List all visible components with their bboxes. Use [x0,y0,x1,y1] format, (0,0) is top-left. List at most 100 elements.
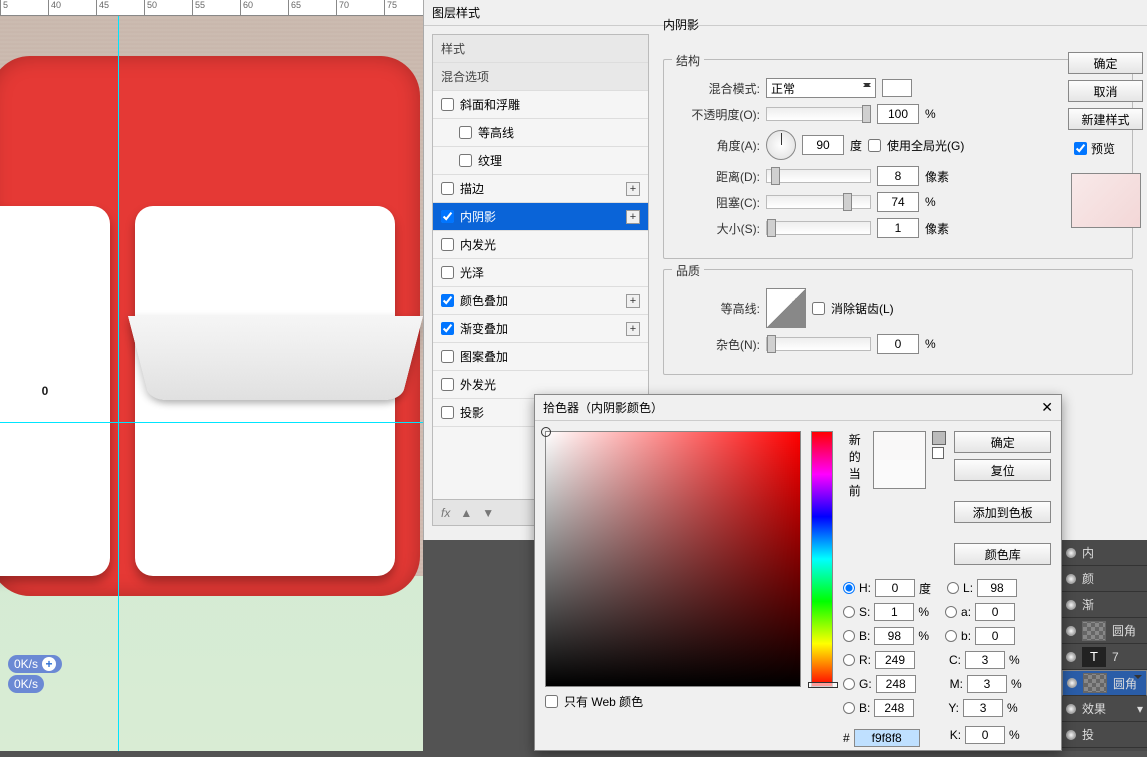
size-input[interactable] [877,218,919,238]
b-rgb-radio[interactable] [843,702,855,714]
a-radio[interactable] [945,606,957,618]
layer-row-2[interactable]: 渐 [1062,592,1147,618]
effect-row-8[interactable]: 渐变叠加+ [433,315,648,343]
layer-row-0[interactable]: 内 [1062,540,1147,566]
effect-row-6[interactable]: 光泽 [433,259,648,287]
contour-picker[interactable] [766,288,806,328]
eye-icon[interactable] [1066,730,1076,740]
effects-header-style[interactable]: 样式 [433,35,648,63]
s-input[interactable] [874,603,914,621]
guide-vertical[interactable] [118,16,119,751]
eye-icon[interactable] [1066,652,1076,662]
sv-cursor[interactable] [541,427,551,437]
effect-row-7[interactable]: 颜色叠加+ [433,287,648,315]
effect-checkbox[interactable] [441,294,454,307]
g-input[interactable] [876,675,916,693]
layer-row-1[interactable]: 颜 [1062,566,1147,592]
effect-checkbox[interactable] [441,210,454,223]
picker-titlebar[interactable]: 拾色器（内阴影颜色） ✕ [535,395,1061,421]
a-input[interactable] [975,603,1015,621]
global-light-checkbox[interactable] [868,139,881,152]
m-input[interactable] [967,675,1007,693]
arrow-down-icon[interactable]: ▼ [482,506,494,520]
opacity-input[interactable] [877,104,919,124]
effect-row-4[interactable]: 内阴影+ [433,203,648,231]
b-hsb-radio[interactable] [843,630,855,642]
s-radio[interactable] [843,606,855,618]
angle-dial[interactable] [766,130,796,160]
picker-reset-button[interactable]: 复位 [954,459,1051,481]
chevron-down-icon[interactable]: ▾ [1137,702,1143,716]
eye-icon[interactable] [1066,704,1076,714]
effect-checkbox[interactable] [441,266,454,279]
effect-row-0[interactable]: 斜面和浮雕 [433,91,648,119]
hue-thumb[interactable] [808,682,838,688]
arrow-up-icon[interactable]: ▲ [460,506,472,520]
g-radio[interactable] [843,678,855,690]
effect-checkbox[interactable] [441,322,454,335]
layer-row-7[interactable]: 投 [1062,722,1147,748]
ok-button[interactable]: 确定 [1068,52,1143,74]
choke-input[interactable] [877,192,919,212]
layer-row-5[interactable]: 圆角 [1062,670,1147,696]
cancel-button[interactable]: 取消 [1068,80,1143,102]
color-library-button[interactable]: 颜色库 [954,543,1051,565]
eye-icon[interactable] [1066,548,1076,558]
new-current-swatch[interactable] [873,431,927,489]
plus-icon[interactable]: + [42,657,56,671]
add-effect-icon[interactable]: + [626,294,640,308]
r-input[interactable] [875,651,915,669]
effect-checkbox[interactable] [459,154,472,167]
distance-input[interactable] [877,166,919,186]
noise-input[interactable] [877,334,919,354]
canvas[interactable]: 0 7 0K/s+ 0K/s [0,16,423,751]
effect-row-1[interactable]: 等高线 [433,119,648,147]
effect-checkbox[interactable] [459,126,472,139]
layer-row-3[interactable]: 圆角 [1062,618,1147,644]
h-radio[interactable] [843,582,855,594]
effect-checkbox[interactable] [441,350,454,363]
effect-checkbox[interactable] [441,378,454,391]
effects-header-blend[interactable]: 混合选项 [433,63,648,91]
effect-checkbox[interactable] [441,98,454,111]
angle-input[interactable] [802,135,844,155]
effect-checkbox[interactable] [441,406,454,419]
effect-row-2[interactable]: 纹理 [433,147,648,175]
noise-slider[interactable] [766,337,871,351]
layer-row-4[interactable]: T7 [1062,644,1147,670]
effect-row-3[interactable]: 描边+ [433,175,648,203]
distance-slider[interactable] [766,169,871,183]
effect-checkbox[interactable] [441,182,454,195]
eye-icon[interactable] [1066,626,1076,636]
eye-icon[interactable] [1066,574,1076,584]
eye-icon[interactable] [1067,678,1077,688]
opacity-slider[interactable] [766,107,871,121]
sv-field[interactable] [545,431,801,687]
net-speed-1[interactable]: 0K/s+ [8,655,62,673]
l-radio[interactable] [947,582,959,594]
antialias-checkbox[interactable] [812,302,825,315]
c-input[interactable] [965,651,1005,669]
add-effect-icon[interactable]: + [626,322,640,336]
k-input[interactable] [965,726,1005,744]
add-swatch-button[interactable]: 添加到色板 [954,501,1051,523]
layer-row-6[interactable]: 效果▾ [1062,696,1147,722]
close-icon[interactable]: ✕ [1041,399,1053,416]
web-only-checkbox[interactable] [545,695,558,708]
b-lab-input[interactable] [975,627,1015,645]
size-slider[interactable] [766,221,871,235]
shadow-color-swatch[interactable] [882,79,912,97]
effect-row-9[interactable]: 图案叠加 [433,343,648,371]
picker-ok-button[interactable]: 确定 [954,431,1051,453]
effect-checkbox[interactable] [441,238,454,251]
preview-checkbox[interactable] [1074,142,1087,155]
b-lab-radio[interactable] [945,630,957,642]
gamut-swatch[interactable] [932,447,944,459]
b-hsb-input[interactable] [874,627,914,645]
y-input[interactable] [963,699,1003,717]
h-input[interactable] [875,579,915,597]
blend-mode-select[interactable]: 正常 [766,78,876,98]
new-style-button[interactable]: 新建样式 [1068,108,1143,130]
effect-row-5[interactable]: 内发光 [433,231,648,259]
l-input[interactable] [977,579,1017,597]
